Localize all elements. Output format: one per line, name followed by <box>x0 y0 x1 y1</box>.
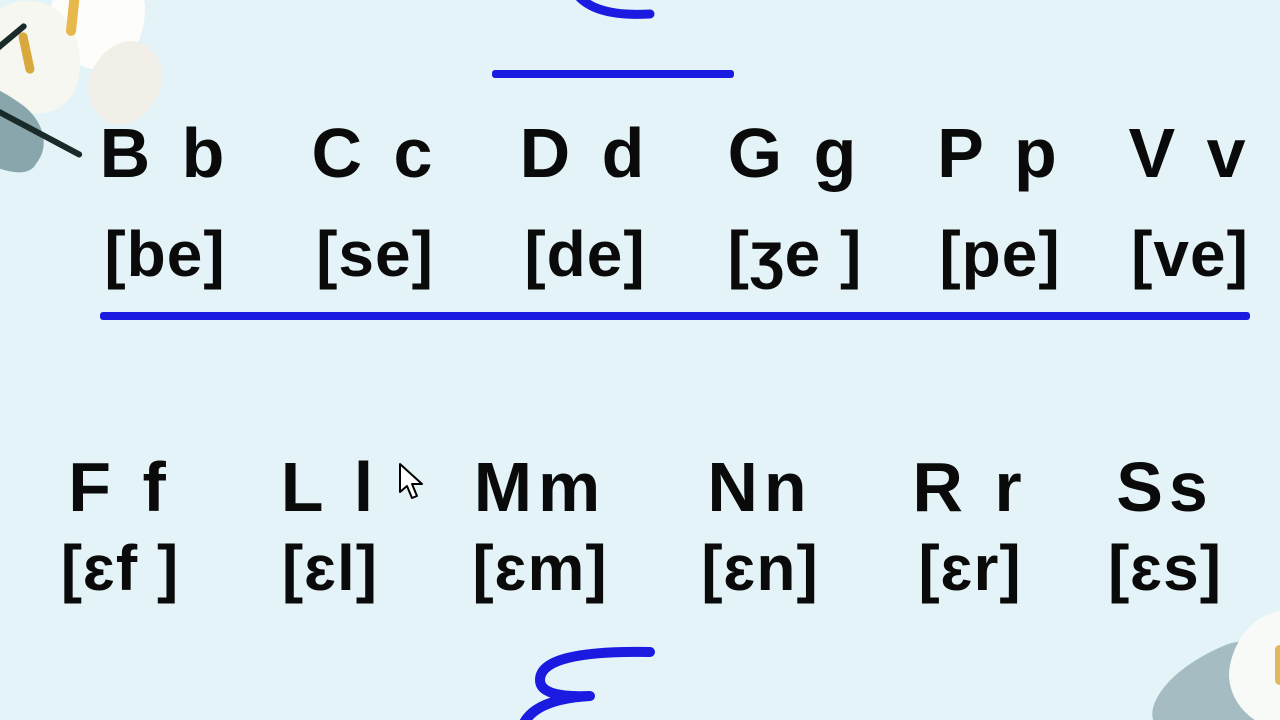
letter-pron: [ve] <box>1100 222 1280 286</box>
letter-pron: [de] <box>480 222 690 286</box>
letter-pron: [ɛf ] <box>10 536 230 600</box>
pron-row-2: [ɛf ] [ɛl] [ɛm] [ɛn] [ɛr] [ɛs] <box>0 536 1280 600</box>
letter-pron: [ɛl] <box>230 536 430 600</box>
letter-pron: [se] <box>270 222 480 286</box>
letter-pair: C c <box>270 118 480 188</box>
letter-pair: V v <box>1100 118 1280 188</box>
ink-underline-mid <box>100 312 1250 320</box>
letter-pron: [ɛs] <box>1070 536 1260 600</box>
pron-row-1: [be] [se] [de] [ʒe ] [pe] [ve] <box>0 222 1280 286</box>
letter-pair: D d <box>480 118 690 188</box>
letter-pair: Nn <box>650 452 870 522</box>
letter-pron: [ɛm] <box>430 536 650 600</box>
letter-pron: [ɛn] <box>650 536 870 600</box>
letter-pron: [pe] <box>900 222 1100 286</box>
letter-pron: [ɛr] <box>870 536 1070 600</box>
letter-pron: [be] <box>60 222 270 286</box>
ink-underline-top <box>492 70 734 78</box>
letter-pair: B b <box>60 118 270 188</box>
letter-pair: F f <box>10 452 230 522</box>
letter-pair: P p <box>900 118 1100 188</box>
letter-pair: R r <box>870 452 1070 522</box>
letters-row-1: B b C c D d G g P p V v <box>0 118 1280 188</box>
flower-decoration-bottom-right <box>1110 590 1280 720</box>
letter-pair: L l <box>230 452 430 522</box>
letter-pair: Mm <box>430 452 650 522</box>
letter-pron: [ʒe ] <box>690 222 900 286</box>
letters-row-2: F f L l Mm Nn R r Ss <box>0 452 1280 522</box>
letter-pair: Ss <box>1070 452 1260 522</box>
letter-pair: G g <box>690 118 900 188</box>
